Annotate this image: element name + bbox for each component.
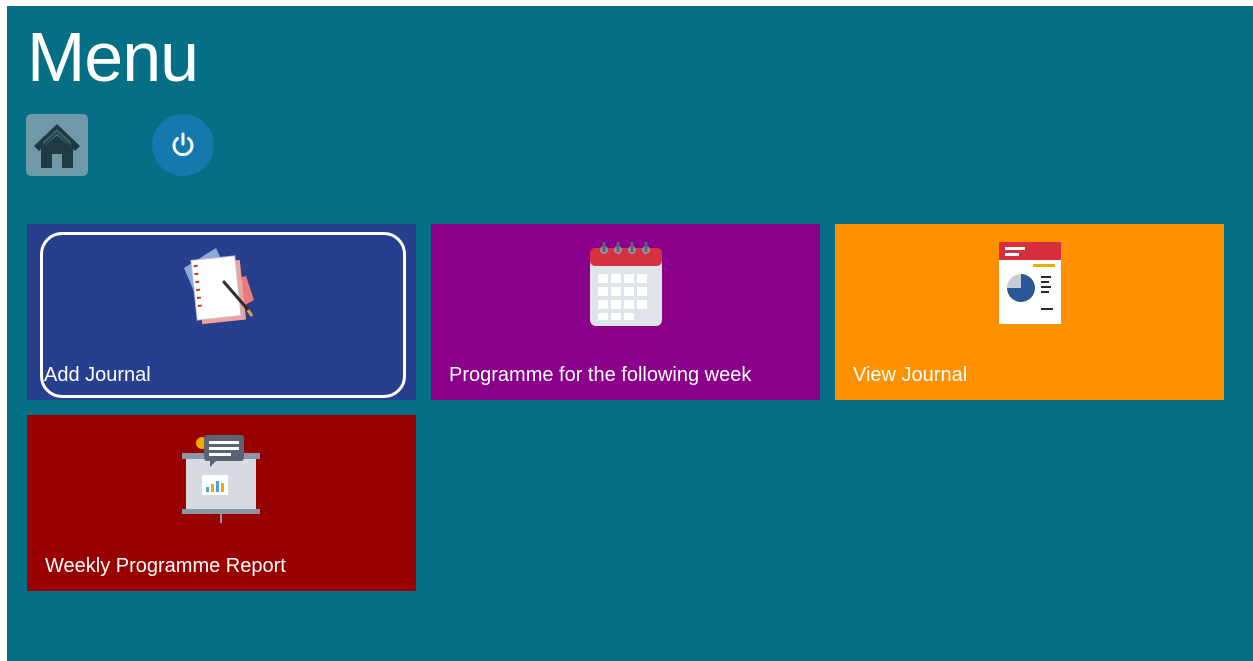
tile-weekly-programme-report[interactable]: Weekly Programme Report xyxy=(27,415,416,591)
tile-add-journal[interactable]: Add Journal xyxy=(27,224,416,400)
power-button[interactable] xyxy=(152,114,214,176)
tile-label: View Journal xyxy=(853,364,968,386)
presentation-board-icon xyxy=(182,435,260,523)
home-button[interactable] xyxy=(26,114,88,176)
tile-label: Weekly Programme Report xyxy=(45,555,286,577)
tile-programme-following-week[interactable]: Programme for the following week xyxy=(431,224,820,400)
tile-view-journal[interactable]: View Journal xyxy=(835,224,1224,400)
report-document-icon xyxy=(999,242,1061,324)
calendar-icon xyxy=(590,242,662,326)
journal-notepad-icon xyxy=(184,248,254,325)
page-title: Menu xyxy=(27,18,199,96)
home-icon xyxy=(34,124,80,168)
tile-label: Programme for the following week xyxy=(449,364,752,386)
tile-label: Add Journal xyxy=(44,364,151,386)
power-icon xyxy=(172,132,194,157)
menu-screen: Menu Add Journal Programme for the follo… xyxy=(7,6,1253,661)
